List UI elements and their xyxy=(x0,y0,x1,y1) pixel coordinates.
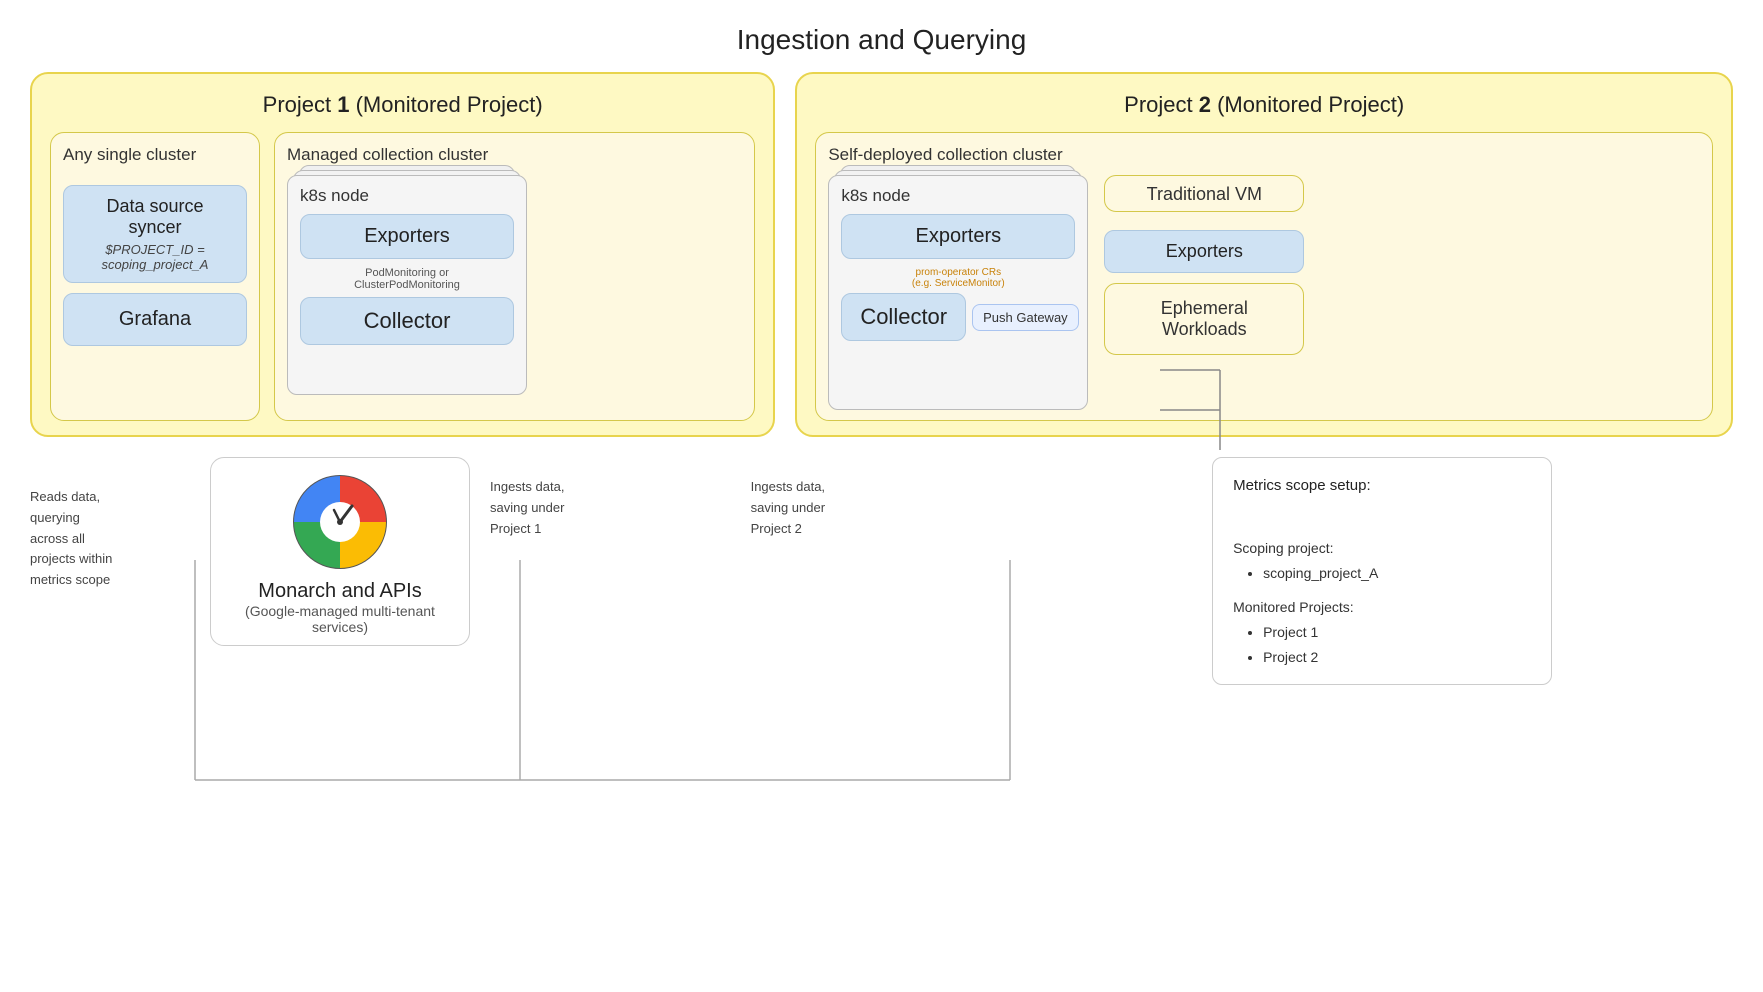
self-deployed-cluster-box: Self-deployed collection cluster k8s nod… xyxy=(815,132,1713,421)
managed-exporters-box: Exporters xyxy=(300,214,514,259)
metrics-scope-box: Metrics scope setup: Scoping project: sc… xyxy=(1212,457,1552,685)
managed-collector-box: Collector xyxy=(300,297,514,345)
monarch-icon xyxy=(290,472,390,572)
managed-k8s-area: k8s node Exporters PodMonitoring orClust… xyxy=(287,175,742,395)
traditional-vm-title: Traditional VM xyxy=(1104,175,1304,212)
scoping-project-list: scoping_project_A xyxy=(1233,561,1531,586)
self-deployed-cluster-title: Self-deployed collection cluster xyxy=(828,145,1700,165)
managed-k8s-title: k8s node xyxy=(300,186,514,206)
monarch-box: Monarch and APIs (Google-managed multi-t… xyxy=(210,457,470,646)
data-source-line2: syncer xyxy=(128,217,181,238)
monitored-projects-list: Project 1 Project 2 xyxy=(1233,620,1531,670)
collector-pushgw-row: Collector Push Gateway xyxy=(841,293,1075,341)
monitored-projects-label: Monitored Projects: xyxy=(1233,595,1531,620)
single-cluster-box: Any single cluster Data source syncer $P… xyxy=(50,132,260,421)
managed-k8s-card: k8s node Exporters PodMonitoring orClust… xyxy=(287,175,527,395)
sd-k8s-card: k8s node Exporters prom-operator CRs(e.g… xyxy=(828,175,1088,410)
monarch-subtitle: (Google-managed multi-tenant services) xyxy=(231,603,449,635)
project-2-box: Project 2 (Monitored Project) Self-deplo… xyxy=(795,72,1733,437)
metrics-scope-title: Metrics scope setup: xyxy=(1233,472,1531,499)
ingests-data-2-label: Ingests data,saving underProject 2 xyxy=(751,457,891,539)
managed-k8s-stack: k8s node Exporters PodMonitoring orClust… xyxy=(287,175,527,395)
traditional-exporters-box: Exporters xyxy=(1104,230,1304,273)
data-source-box: Data source syncer $PROJECT_ID =scoping_… xyxy=(63,185,247,283)
monarch-title: Monarch and APIs xyxy=(258,580,421,603)
traditional-vm-column: Traditional VM Exporters Ephemeral Workl… xyxy=(1104,175,1304,410)
reads-data-label: Reads data,queryingacross allprojects wi… xyxy=(30,457,200,591)
ephemeral-workloads-box: Ephemeral Workloads xyxy=(1104,283,1304,355)
ingests-data-1-label: Ingests data,saving underProject 1 xyxy=(490,457,630,539)
sd-k8s-title: k8s node xyxy=(841,186,1075,206)
pod-monitoring-label: PodMonitoring orClusterPodMonitoring xyxy=(300,267,514,291)
page-title: Ingestion and Querying xyxy=(30,0,1733,72)
grafana-box: Grafana xyxy=(63,293,247,346)
bottom-section: Reads data,queryingacross allprojects wi… xyxy=(30,457,1733,685)
push-gateway-box: Push Gateway xyxy=(972,304,1079,331)
self-deployed-k8s-area: k8s node Exporters prom-operator CRs(e.g… xyxy=(828,175,1088,410)
managed-cluster-box: Managed collection cluster k8s node Expo… xyxy=(274,132,755,421)
project-1-title: Project 1 (Monitored Project) xyxy=(50,92,755,118)
project-1-box: Project 1 (Monitored Project) Any single… xyxy=(30,72,775,437)
data-source-italic: $PROJECT_ID =scoping_project_A xyxy=(102,242,209,272)
single-cluster-title: Any single cluster xyxy=(63,145,247,165)
prom-operator-label: prom-operator CRs(e.g. ServiceMonitor) xyxy=(841,267,1075,289)
sd-exporters-box: Exporters xyxy=(841,214,1075,259)
scoping-project-label: Scoping project: xyxy=(1233,536,1531,561)
sd-collector-box: Collector xyxy=(841,293,966,341)
project-2-title: Project 2 (Monitored Project) xyxy=(815,92,1713,118)
data-source-line1: Data source xyxy=(106,196,203,217)
managed-cluster-title: Managed collection cluster xyxy=(287,145,742,165)
